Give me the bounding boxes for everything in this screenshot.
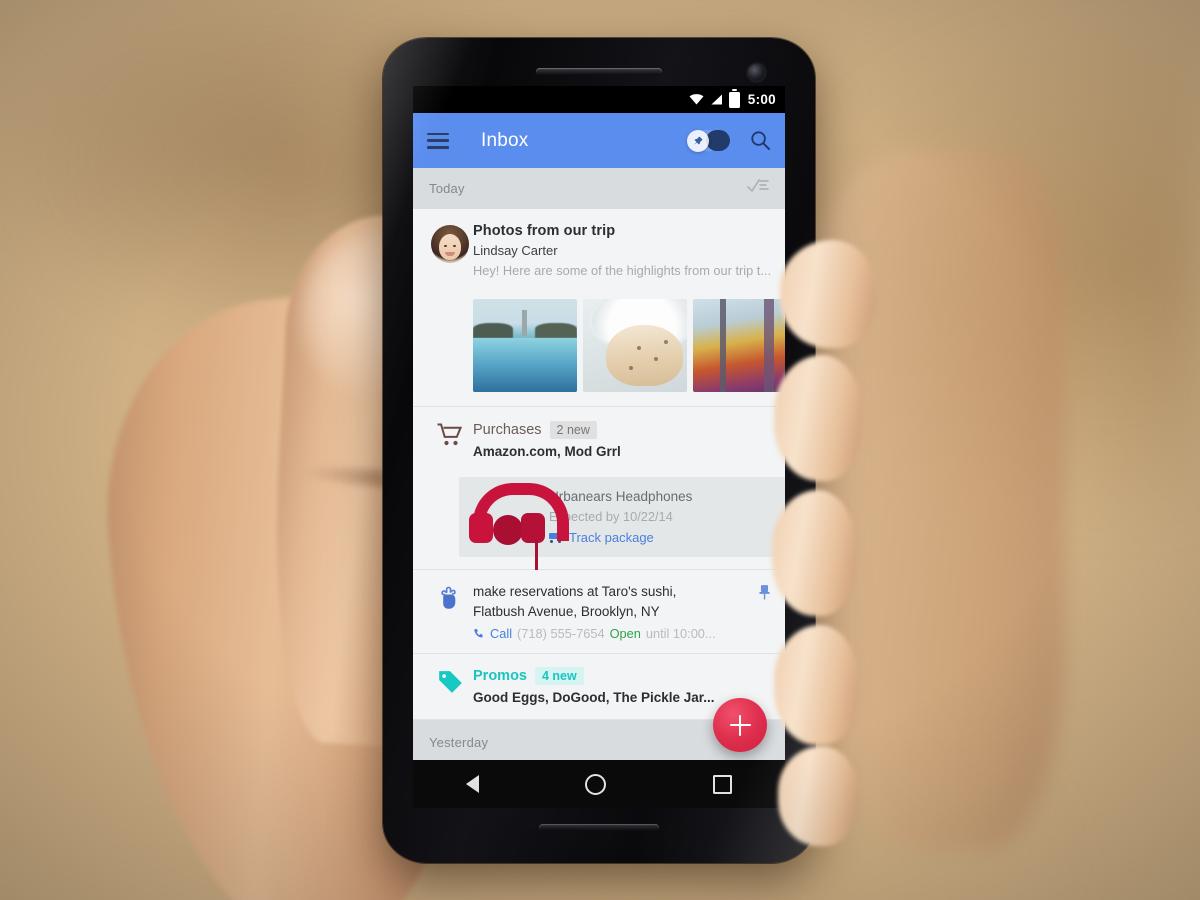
email-snippet: Hey! Here are some of the highlights fro… [473, 263, 771, 278]
section-label: Yesterday [429, 734, 489, 750]
app-bar: Inbox [413, 113, 785, 168]
new-count-badge: 2 new [549, 421, 597, 439]
home-button[interactable] [585, 773, 607, 795]
battery-icon [728, 88, 740, 108]
reminder-line-2: Flatbush Avenue, Brooklyn, NY [473, 603, 660, 619]
android-navigation-bar [413, 760, 785, 808]
finger [772, 490, 856, 616]
bundle-name: Promos [473, 668, 527, 685]
compose-fab[interactable] [713, 698, 767, 752]
reminder-line-1: make reservations at Taro's sushi, [473, 584, 677, 599]
finger-string-reminder-icon [438, 584, 463, 641]
finger [780, 240, 876, 348]
red-headphones-image [469, 479, 569, 571]
shopping-cart-icon [437, 423, 463, 459]
photo-thumbnail[interactable] [583, 299, 687, 392]
section-label: Today [429, 181, 465, 196]
track-package-link[interactable]: Track package [549, 530, 692, 545]
list-item-purchases-bundle[interactable]: Purchases 2 new Amazon.com, Mod Grrl Urb… [413, 407, 785, 571]
email-subject: Photos from our trip [473, 223, 616, 239]
earpiece-speaker [536, 68, 662, 75]
recent-apps-button[interactable] [712, 774, 732, 794]
screenshot-stage: 5:00 Inbox Today Photos from our trip Li… [0, 0, 1200, 900]
hand-fingers [760, 180, 960, 846]
bottom-speaker [539, 824, 659, 831]
search-icon[interactable] [750, 130, 771, 151]
hamburger-menu-icon[interactable] [427, 132, 449, 149]
cell-signal-icon [710, 94, 723, 105]
email-sender: Lindsay Carter [473, 243, 558, 258]
photo-thumbnail[interactable] [473, 299, 577, 392]
avatar [431, 225, 469, 263]
smartphone-device: 5:00 Inbox Today Photos from our trip Li… [383, 38, 815, 863]
delivery-estimate: Expected by 10/22/14 [549, 509, 673, 524]
status-bar-clock: 5:00 [747, 92, 776, 107]
wifi-icon [689, 94, 704, 105]
pin-icon [687, 129, 709, 152]
front-camera [748, 64, 765, 81]
section-header-today: Today [413, 168, 785, 209]
open-status: Open [609, 626, 641, 642]
bundle-senders: Amazon.com, Mod Grrl [473, 444, 621, 459]
new-count-badge: 4 new [535, 667, 584, 686]
pin-toggle[interactable] [687, 129, 730, 152]
phone-icon [473, 628, 485, 640]
finger [774, 355, 862, 481]
price-tag-icon [438, 669, 463, 705]
photo-attachments [413, 299, 785, 406]
bundle-name: Purchases [473, 422, 542, 438]
product-title: Urbanears Headphones [549, 489, 693, 504]
track-package-label: Track package [569, 530, 654, 545]
back-button[interactable] [466, 775, 480, 793]
status-bar: 5:00 [413, 86, 785, 113]
call-label[interactable]: Call [490, 626, 512, 641]
phone-screen: 5:00 Inbox Today Photos from our trip Li… [413, 86, 785, 808]
finger [774, 625, 858, 745]
phone-number: (718) 555-7654 [517, 626, 605, 642]
finger [778, 746, 858, 846]
opening-hours: until 10:00... [645, 626, 716, 642]
list-item-email[interactable]: Photos from our trip Lindsay Carter Hey!… [413, 209, 785, 407]
list-item-reminder[interactable]: make reservations at Taro's sushi, Flatb… [413, 570, 785, 655]
page-title: Inbox [481, 129, 529, 151]
